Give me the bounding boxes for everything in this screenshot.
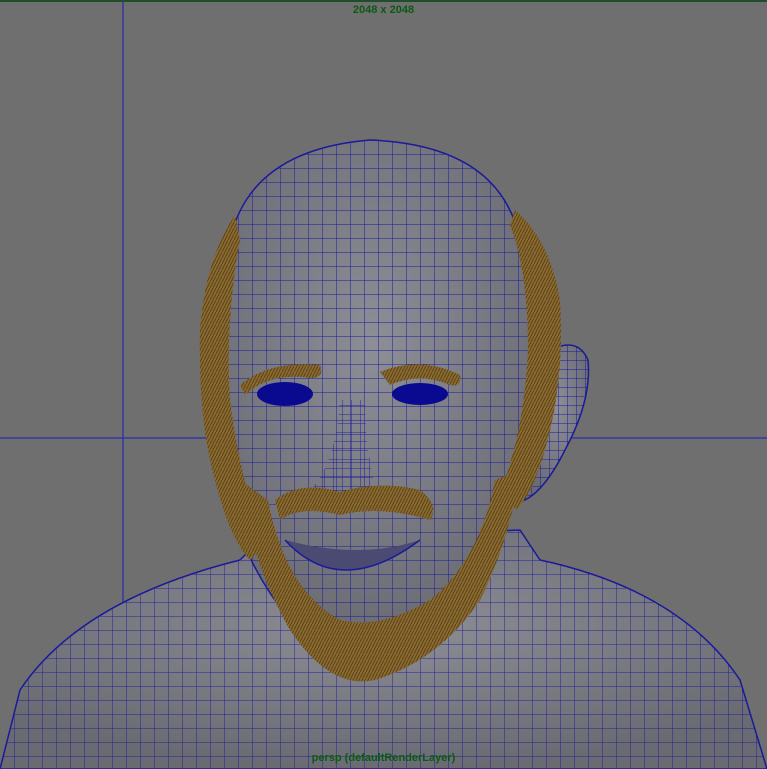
viewport-top-border	[0, 0, 767, 2]
camera-name-label: persp (defaultRenderLayer)	[311, 752, 456, 764]
right-eye	[392, 383, 448, 405]
left-eye	[257, 382, 313, 406]
resolution-gate-label: 2048 x 2048	[352, 4, 415, 16]
maya-viewport[interactable]: 2048 x 2048 persp (defaultRenderLayer)	[0, 0, 767, 769]
3d-scene[interactable]	[0, 0, 767, 769]
